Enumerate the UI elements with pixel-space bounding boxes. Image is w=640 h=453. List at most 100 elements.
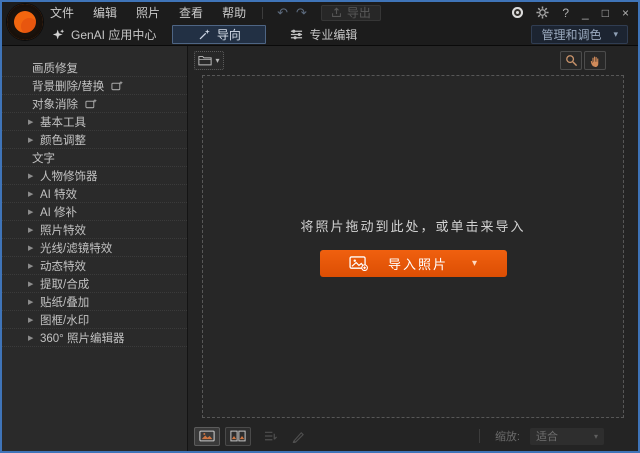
viewer-bottom-bar: 缩放: 适合 ▾	[188, 423, 638, 451]
ai-badge-icon	[111, 80, 124, 90]
sidebar-item-label: 文字	[32, 152, 55, 165]
sidebar-item-light-filter-effects[interactable]: ▶ 光线/滤镜特效	[2, 239, 187, 257]
undo-icon[interactable]: ↶	[277, 6, 288, 19]
redo-icon[interactable]: ↷	[296, 6, 307, 19]
sidebar-item-label: 贴纸/叠加	[40, 296, 90, 309]
compare-view-button[interactable]	[225, 426, 251, 446]
tab-pro-edit-label: 专业编辑	[309, 27, 358, 42]
help-button[interactable]: ?	[562, 7, 569, 19]
sidebar-item-label: 360° 照片编辑器	[40, 332, 125, 345]
sidebar-item-360-editor[interactable]: ▶ 360° 照片编辑器	[2, 329, 187, 347]
canvas-toolbar: ▾	[188, 46, 638, 72]
expander-icon: ▶	[28, 298, 34, 306]
sidebar-item-ai-effects[interactable]: ▶ AI 特效	[2, 185, 187, 203]
menu-file[interactable]: 文件	[50, 4, 74, 21]
sidebar-item-text[interactable]: 文字	[2, 149, 187, 167]
sidebar-item-label: AI 修补	[40, 206, 78, 219]
single-photo-icon	[199, 430, 215, 442]
sidebar-item-color-adjust[interactable]: ▶ 颜色调整	[2, 131, 187, 149]
menu-edit[interactable]: 编辑	[93, 4, 117, 21]
sidebar-item-label: 照片特效	[40, 224, 86, 237]
minimize-button[interactable]: _	[582, 7, 589, 19]
expander-icon: ▶	[28, 316, 34, 324]
zoom-level-dropdown[interactable]: 适合 ▾	[530, 427, 604, 445]
expander-icon: ▶	[28, 136, 34, 144]
editor-content: ▾ 将照片拖动到此处，或单击来导入 导入照片 ▾ 缩放: 适合 ▾	[188, 46, 638, 451]
expander-icon: ▶	[28, 118, 34, 126]
titlebar: 文件 编辑 照片 查看 帮助 ↶ ↷ 导出 ? _ □ ×	[2, 2, 638, 40]
sidebar-item-label: 颜色调整	[40, 134, 86, 147]
wand-icon	[199, 28, 210, 39]
sidebar-item-people-retoucher[interactable]: ▶ 人物修饰器	[2, 167, 187, 185]
sidebar-item-label: AI 特效	[40, 188, 78, 201]
history-list-icon[interactable]	[264, 430, 278, 443]
menu-view[interactable]: 查看	[179, 4, 203, 21]
drop-hint-text: 将照片拖动到此处，或单击来导入	[300, 219, 526, 234]
expander-icon: ▶	[28, 208, 34, 216]
genai-hub-label: GenAI 应用中心	[71, 27, 157, 42]
expander-icon: ▶	[28, 244, 34, 252]
sidebar-item-label: 动态特效	[40, 260, 86, 273]
export-label: 导出	[346, 6, 371, 20]
sidebar-item-label: 背景删除/替换	[32, 80, 105, 93]
window-controls: ? _ □ ×	[512, 6, 638, 19]
sidebar-item-frames-watermark[interactable]: ▶ 图框/水印	[2, 311, 187, 329]
sparkle-icon	[52, 28, 65, 39]
expander-icon: ▶	[28, 280, 34, 288]
import-photos-button[interactable]: 导入照片 ▾	[319, 250, 507, 277]
chevron-down-icon: ▾	[593, 431, 598, 441]
photo-drop-zone[interactable]: 将照片拖动到此处，或单击来导入 导入照片 ▾	[202, 75, 624, 418]
expander-icon: ▶	[28, 262, 34, 270]
chevron-down-icon: ▾	[613, 28, 618, 39]
sidebar-item-label: 提取/合成	[40, 278, 90, 291]
sidebar-item-extract-compose[interactable]: ▶ 提取/合成	[2, 275, 187, 293]
app-window: 文件 编辑 照片 查看 帮助 ↶ ↷ 导出 ? _ □ × GenAI 应用中心…	[0, 0, 640, 453]
account-icon[interactable]	[512, 7, 524, 18]
magnifier-icon	[565, 55, 577, 67]
sidebar-item-label: 对象消除	[32, 98, 78, 111]
tab-guided-label: 导向	[216, 27, 241, 42]
sidebar-item-stickers-overlay[interactable]: ▶ 贴纸/叠加	[2, 293, 187, 311]
genai-hub-button[interactable]: GenAI 应用中心	[52, 26, 156, 43]
sidebar-item-label: 图框/水印	[40, 314, 90, 327]
menu-photo[interactable]: 照片	[136, 4, 160, 21]
expander-icon: ▶	[28, 334, 34, 342]
sidebar-item-label: 基本工具	[40, 116, 86, 129]
gear-icon[interactable]	[536, 6, 549, 19]
zoom-tool-button[interactable]	[560, 51, 582, 70]
pan-hand-tool-button[interactable]	[584, 51, 606, 70]
pen-adjust-icon[interactable]	[291, 430, 305, 443]
sidebar-item-motion-effects[interactable]: ▶ 动态特效	[2, 257, 187, 275]
maximize-button[interactable]: □	[602, 7, 609, 19]
import-photos-label: 导入照片	[387, 257, 448, 272]
manage-color-dropdown[interactable]: 管理和调色 ▾	[531, 24, 628, 44]
sidebar-item-object-removal[interactable]: 对象消除	[2, 95, 187, 113]
export-icon	[331, 7, 341, 17]
tab-pro-edit[interactable]: 专业编辑	[290, 26, 357, 43]
zoom-level-value: 适合	[536, 431, 558, 443]
close-button[interactable]: ×	[622, 7, 629, 19]
sidebar-item-basic-tools[interactable]: ▶ 基本工具	[2, 113, 187, 131]
tab-guided[interactable]: 导向	[172, 24, 267, 44]
divider	[478, 429, 480, 443]
expander-icon: ▶	[28, 172, 34, 180]
browse-folder-button[interactable]: ▾	[194, 51, 224, 70]
sidebar-item-background-removal[interactable]: 背景删除/替换	[2, 77, 187, 95]
sidebar-item-label: 画质修复	[32, 62, 78, 75]
zoom-label: 缩放:	[494, 431, 520, 443]
folder-icon	[198, 56, 213, 66]
divider	[262, 6, 264, 19]
menu-help[interactable]: 帮助	[222, 4, 246, 21]
ai-badge-icon	[85, 98, 97, 108]
sidebar-item-photo-effects[interactable]: ▶ 照片特效	[2, 221, 187, 239]
export-button[interactable]: 导出	[320, 4, 381, 21]
mode-navbar: GenAI 应用中心 导向 专业编辑 管理和调色 ▾	[2, 23, 638, 46]
tools-sidebar: 画质修复 背景删除/替换 对象消除 ▶ 基本工具 ▶ 颜色调整 文字 ▶ 人物修…	[2, 46, 188, 451]
import-dropdown-chevron-icon[interactable]: ▾	[472, 258, 477, 269]
manage-color-label: 管理和调色	[541, 27, 602, 42]
sidebar-item-ai-repair[interactable]: ▶ AI 修补	[2, 203, 187, 221]
menubar: 文件 编辑 照片 查看 帮助	[50, 4, 246, 21]
sidebar-item-quality-repair[interactable]: 画质修复	[2, 59, 187, 77]
app-logo-icon	[7, 4, 43, 40]
single-view-button[interactable]	[194, 426, 220, 446]
